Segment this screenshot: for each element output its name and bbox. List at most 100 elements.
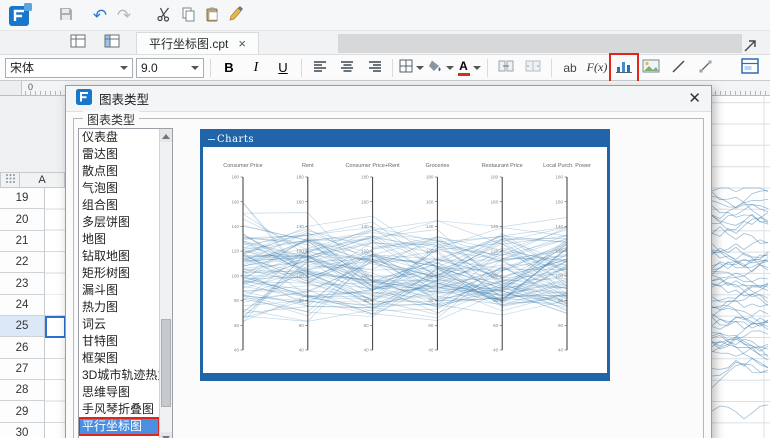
italic-button[interactable]: I	[244, 56, 268, 80]
redo-button[interactable]: ↷	[112, 3, 136, 27]
form-view-button[interactable]	[66, 31, 90, 55]
underline-button[interactable]: U	[271, 56, 295, 80]
chart-type-option-18[interactable]: 平行坐标图	[79, 417, 160, 436]
chart-type-option-1[interactable]: 仪表盘	[79, 129, 159, 146]
svg-text:Local Purch. Power: Local Purch. Power	[543, 163, 591, 169]
svg-text:120: 120	[361, 249, 369, 254]
clipboard-icon	[204, 6, 220, 25]
grid-frame-icon	[70, 34, 86, 51]
chart-type-option-7[interactable]: 地图	[79, 231, 159, 248]
borders-button[interactable]	[399, 56, 424, 80]
undo-icon: ↶	[92, 5, 108, 25]
chart-type-dialog: 图表类型 ✕ 图表类型 仪表盘 雷达图 散点图 气泡图 组合图 多层饼图 地图 钻取地图 矩形树…	[65, 85, 712, 438]
chart-type-option-14[interactable]: 框架图	[79, 350, 159, 367]
column-header-a[interactable]: A	[20, 172, 65, 188]
italic-icon: I	[253, 59, 259, 75]
chart-type-option-12[interactable]: 词云	[79, 316, 159, 333]
ruler-corner	[0, 81, 22, 96]
align-left-button[interactable]	[308, 56, 332, 80]
divider	[487, 58, 488, 77]
bold-button[interactable]: B	[217, 56, 241, 80]
svg-text:160: 160	[231, 199, 239, 204]
chart-type-option-10[interactable]: 漏斗图	[79, 282, 159, 299]
font-color-icon: A	[457, 60, 470, 76]
insert-slant-line-button[interactable]	[693, 56, 717, 80]
tab-active-document[interactable]: 平行坐标图.cpt ×	[136, 31, 259, 54]
chart-type-option-9[interactable]: 矩形树图	[79, 265, 159, 282]
chart-type-option-8[interactable]: 钻取地图	[79, 248, 159, 265]
svg-text:140: 140	[491, 224, 499, 229]
widget-pane-button[interactable]	[738, 56, 762, 80]
chart-type-option-3[interactable]: 散点图	[79, 163, 159, 180]
undo-button[interactable]: ↶	[88, 3, 112, 27]
chart-type-option-2[interactable]: 雷达图	[79, 146, 159, 163]
insert-line-button[interactable]	[666, 56, 690, 80]
divider	[210, 58, 211, 77]
chart-type-option-6[interactable]: 多层饼图	[79, 214, 159, 231]
chart-type-groupbox: 图表类型 仪表盘 雷达图 散点图 气泡图 组合图 多层饼图 地图 钻取地图 矩形树图 漏斗图 热力图…	[73, 111, 704, 438]
save-icon	[58, 6, 74, 25]
scrollbar-thumb[interactable]	[161, 318, 171, 408]
row-header-23[interactable]: 23	[0, 273, 45, 295]
copy-button[interactable]	[176, 3, 200, 27]
merge-cells-button[interactable]	[494, 56, 518, 80]
chart-type-option-11[interactable]: 热力图	[79, 299, 159, 316]
insert-chart-button[interactable]	[612, 56, 636, 80]
row-header-27[interactable]: 27	[0, 358, 45, 381]
chevron-down-icon	[472, 65, 481, 74]
brush-icon	[228, 5, 244, 25]
font-family-select[interactable]: 宋体	[5, 57, 133, 78]
font-size-select[interactable]: 9.0	[136, 57, 204, 78]
ab-icon: ab	[563, 60, 577, 75]
redo-icon: ↷	[116, 5, 132, 25]
tab-close-icon[interactable]: ×	[238, 37, 246, 50]
dialog-titlebar[interactable]: 图表类型 ✕	[66, 86, 711, 112]
text-widget-button[interactable]: ab	[558, 56, 582, 80]
chart-type-option-16[interactable]: 思维导图	[79, 384, 159, 401]
unmerge-cells-button[interactable]	[521, 56, 545, 80]
select-all-corner[interactable]	[0, 172, 20, 188]
scrollbar-down-icon[interactable]	[160, 432, 172, 438]
row-header-24[interactable]: 24	[0, 294, 45, 317]
scrollbar-up-icon[interactable]	[160, 129, 172, 142]
row-header-22[interactable]: 22	[0, 252, 45, 274]
cut-button[interactable]	[152, 3, 176, 27]
chart-type-option-5[interactable]: 组合图	[79, 197, 159, 214]
divider	[392, 58, 393, 77]
chart-type-option-13[interactable]: 甘特图	[79, 333, 159, 350]
fill-color-button[interactable]	[427, 56, 454, 80]
align-center-button[interactable]	[335, 56, 359, 80]
font-color-button[interactable]: A	[457, 56, 481, 80]
row-header-29[interactable]: 29	[0, 401, 45, 423]
row-header-20[interactable]: 20	[0, 209, 45, 231]
row-header-25[interactable]: 25	[0, 316, 45, 338]
svg-text:40: 40	[493, 348, 499, 353]
row-header-26[interactable]: 26	[0, 337, 45, 359]
bar-chart-icon	[615, 58, 633, 77]
chart-type-list[interactable]: 仪表盘 雷达图 散点图 气泡图 组合图 多层饼图 地图 钻取地图 矩形树图 漏斗图 热力图 词云 甘特图…	[78, 128, 173, 438]
app-logo-icon[interactable]	[8, 3, 32, 27]
insert-image-button[interactable]	[639, 56, 663, 80]
paste-button[interactable]	[200, 3, 224, 27]
svg-text:120: 120	[491, 249, 499, 254]
chart-type-option-17[interactable]: 手风琴折叠图	[79, 401, 159, 418]
row-header-21[interactable]: 21	[0, 230, 45, 253]
dialog-close-icon[interactable]: ✕	[688, 91, 701, 106]
report-canvas-edge[interactable]	[711, 96, 770, 438]
preview-header-tick	[208, 139, 215, 140]
bold-icon: B	[224, 60, 234, 75]
list-scrollbar[interactable]	[159, 129, 172, 438]
row-header-30[interactable]: 30	[0, 422, 45, 438]
save-button[interactable]	[54, 3, 78, 27]
format-painter-button[interactable]	[224, 3, 248, 27]
formula-button[interactable]: F(x)	[585, 56, 609, 80]
column-a-cells[interactable]	[45, 188, 65, 438]
align-right-button[interactable]	[362, 56, 386, 80]
row-header-28[interactable]: 28	[0, 380, 45, 402]
arrow-corner-icon	[743, 39, 757, 56]
font-family-value: 宋体	[10, 61, 35, 75]
chart-type-option-4[interactable]: 气泡图	[79, 180, 159, 197]
row-header-19[interactable]: 19	[0, 188, 45, 210]
report-view-button[interactable]	[100, 31, 124, 55]
chart-type-option-15[interactable]: 3D城市轨迹热力图	[79, 367, 159, 384]
